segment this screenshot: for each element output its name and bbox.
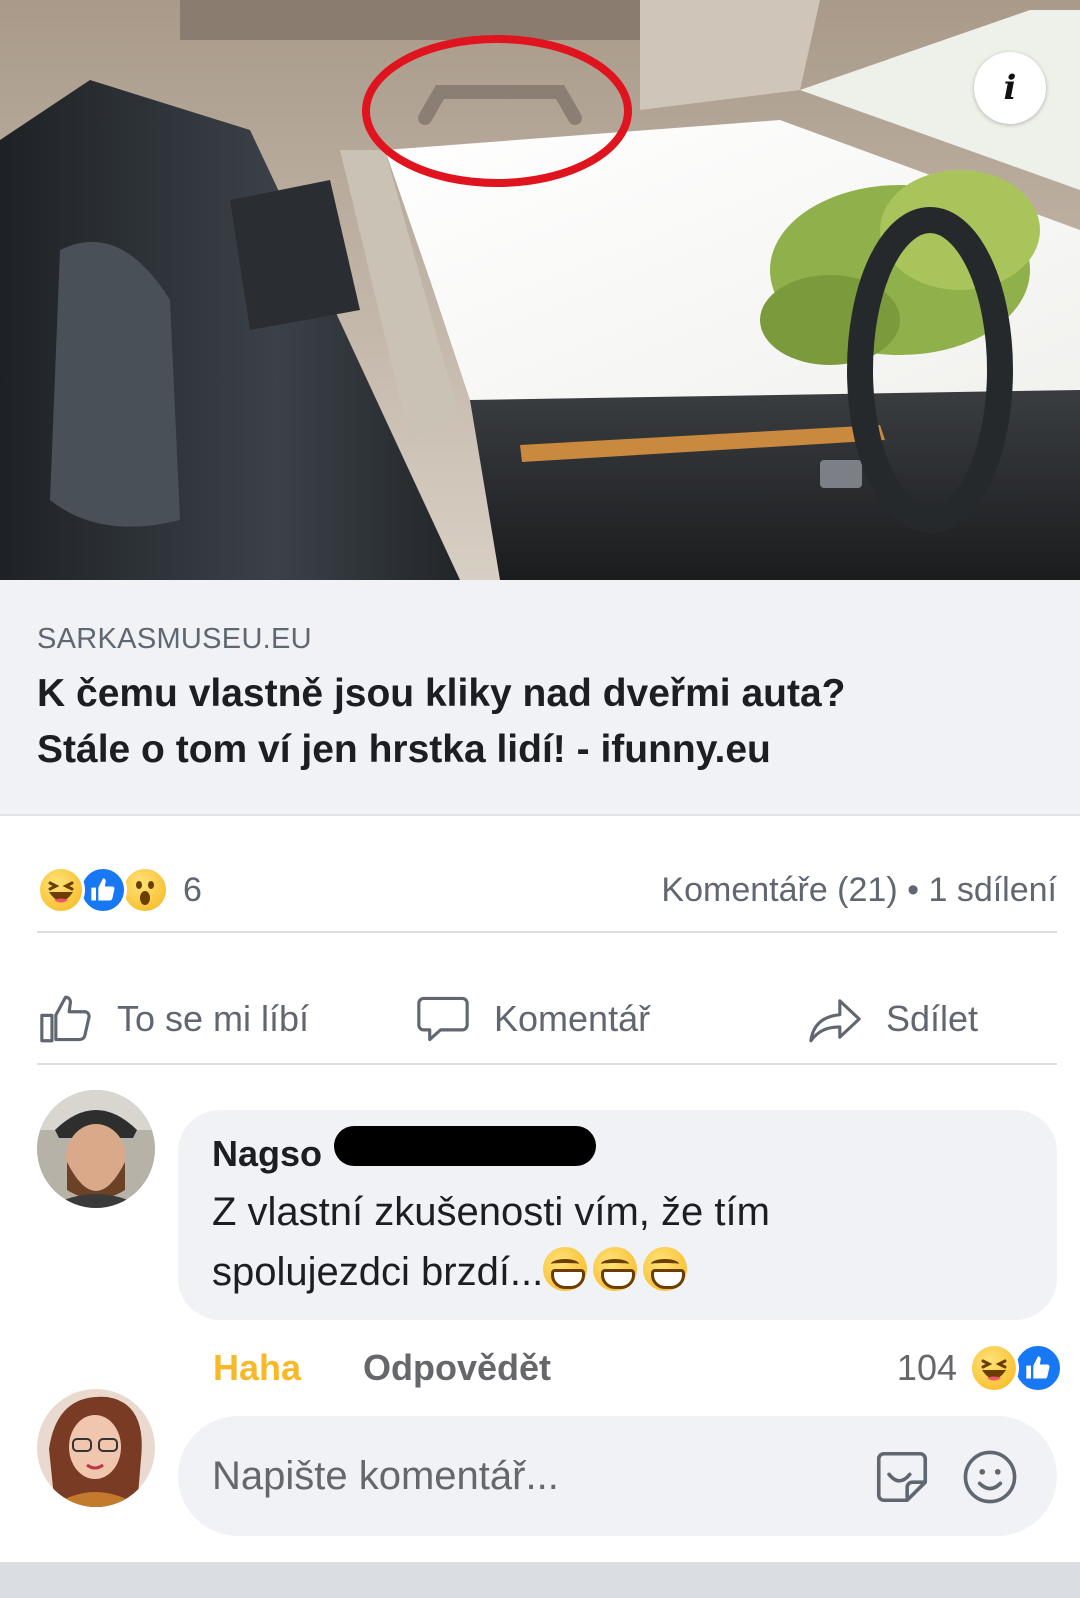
comment-reply-button[interactable]: Odpovědět: [363, 1347, 551, 1389]
info-button[interactable]: i: [974, 52, 1046, 124]
comment-input-placeholder: Napište komentář...: [212, 1453, 559, 1498]
link-preview[interactable]: SARKASMUSEU.EU K čemu vlastně jsou kliky…: [0, 580, 1080, 816]
reaction-count: 6: [183, 870, 202, 909]
comment-bubble[interactable]: Nagso Z vlastní zkušenosti vím, že tím s…: [178, 1110, 1057, 1320]
divider: [37, 1063, 1057, 1065]
comment-share-summary[interactable]: Komentáře (21) • 1 sdílení: [661, 871, 1057, 910]
comment-input[interactable]: Napište komentář...: [178, 1416, 1057, 1536]
share-button-label: Sdílet: [886, 998, 979, 1039]
comment-text-line-2: spolujezdci brzdí...: [212, 1250, 544, 1294]
link-title: K čemu vlastně jsou kliky nad dveřmi aut…: [37, 666, 1043, 778]
wow-reaction-icon: [121, 866, 169, 914]
like-reaction-icon: [79, 866, 127, 914]
car-interior-illustration: [0, 0, 1080, 580]
grinning-face-emoji: [643, 1247, 688, 1291]
post-stats-bar: 6 Komentáře (21) • 1 sdílení: [37, 858, 1057, 922]
stats-separator: •: [907, 870, 920, 909]
link-title-line-2: Stále o tom ví jen hrstka lidí! - ifunny…: [37, 728, 771, 771]
comment-author-name: Nagso: [212, 1133, 323, 1174]
comments-count[interactable]: Komentáře (21): [661, 871, 897, 909]
comment-icon: [417, 996, 469, 1042]
comment-text-line-1: Z vlastní zkušenosti vím, že tím: [212, 1190, 770, 1234]
post-actions: To se mi líbí Komentář Sdílet: [0, 974, 1080, 1064]
share-button[interactable]: Sdílet: [806, 974, 978, 1064]
haha-reaction-icon: [969, 1343, 1019, 1393]
like-button[interactable]: To se mi líbí: [37, 974, 309, 1064]
info-icon: i: [1003, 68, 1017, 108]
reaction-summary[interactable]: 6: [37, 866, 202, 914]
commenter-avatar[interactable]: [37, 1090, 155, 1208]
link-title-line-1: K čemu vlastně jsou kliky nad dveřmi aut…: [37, 672, 846, 715]
comment-reaction-summary[interactable]: 104: [896, 1343, 1063, 1393]
grinning-face-emoji: [593, 1247, 638, 1291]
comment-actions: Haha Odpovědět 104: [213, 1340, 1063, 1396]
emoji-icon[interactable]: [959, 1446, 1021, 1508]
share-arrow-icon: [809, 999, 861, 1043]
comment-haha-button[interactable]: Haha: [213, 1347, 301, 1389]
bottom-separator: [0, 1562, 1080, 1598]
shares-count[interactable]: 1 sdílení: [928, 871, 1057, 909]
link-domain: SARKASMUSEU.EU: [37, 623, 312, 655]
comment-reaction-count: 104: [896, 1347, 957, 1388]
divider: [37, 931, 1057, 933]
comment-button[interactable]: Komentář: [414, 974, 650, 1064]
thumbs-up-icon: [40, 995, 91, 1043]
comment-author[interactable]: Nagso: [212, 1126, 596, 1176]
like-reaction-icon: [1013, 1343, 1063, 1393]
comment-text: Z vlastní zkušenosti vím, že tím spoluje…: [212, 1182, 1023, 1302]
haha-reaction-icon: [37, 866, 85, 914]
post-image[interactable]: i: [0, 0, 1080, 580]
like-button-label: To se mi líbí: [117, 998, 310, 1039]
grinning-face-emoji: [543, 1247, 588, 1291]
redaction-bar: [334, 1126, 596, 1166]
sticker-icon[interactable]: [871, 1446, 933, 1508]
composer-icons: [871, 1446, 1021, 1508]
comment-button-label: Komentář: [494, 998, 651, 1039]
current-user-avatar[interactable]: [37, 1389, 155, 1507]
